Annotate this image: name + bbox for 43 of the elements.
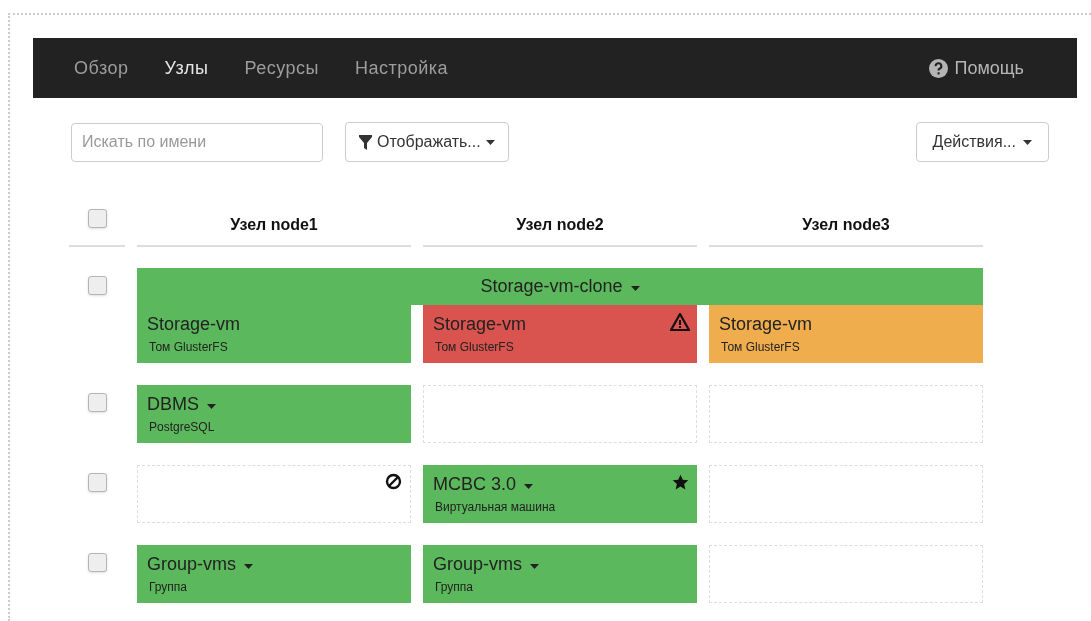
resource-type: Виртуальная машина	[435, 499, 557, 515]
help-icon	[929, 58, 949, 78]
resource-card[interactable]: Group-vms Группа	[137, 545, 411, 603]
nav-link[interactable]: Ресурсы	[244, 54, 319, 82]
caret-icon	[1023, 139, 1032, 145]
resource-type: Том GlusterFS	[149, 339, 229, 355]
column-header: Узел node3	[709, 205, 983, 247]
resource-type: PostgreSQL	[149, 419, 216, 435]
resource-name: Group-vms	[147, 553, 236, 576]
resource-card[interactable]: DBMS PostgreSQL	[137, 385, 411, 443]
nav-link[interactable]: Узлы	[164, 54, 209, 82]
checkbox[interactable]	[87, 393, 107, 412]
resource-name: Group-vms	[433, 553, 522, 576]
column-header: Узел node2	[423, 205, 697, 247]
resource-name: MCBC 3.0	[433, 473, 517, 496]
resource-name: DBMS	[147, 393, 199, 416]
resource-card[interactable]: Storage-vm Том GlusterFS	[709, 305, 983, 363]
nav-link[interactable]: Обзор	[74, 54, 129, 82]
checkbox[interactable]	[87, 209, 107, 228]
group-name: Storage-vm-clone	[480, 275, 623, 298]
resource-type: Том GlusterFS	[721, 339, 801, 355]
resource-type: Группа	[149, 579, 189, 595]
caret-icon	[485, 139, 495, 145]
search-field[interactable]: Искать по имени	[71, 122, 323, 162]
resource-card[interactable]: Group-vms Группа	[423, 545, 697, 603]
resource-card[interactable]: MCBC 3.0 Виртуальная машина	[423, 465, 697, 523]
resource-card[interactable]: Storage-vm Том GlusterFS	[137, 305, 411, 363]
checkbox[interactable]	[87, 473, 107, 492]
group-bar[interactable]: Storage-vm-clone	[137, 268, 983, 305]
resource-type: Том GlusterFS	[435, 339, 515, 355]
nav-link[interactable]: Настройка	[354, 54, 449, 82]
checkbox[interactable]	[87, 276, 107, 295]
resource-name: Storage-vm	[147, 313, 241, 336]
filter-icon	[359, 134, 372, 150]
help-link[interactable]: Помощь	[929, 54, 1024, 82]
resource-name: Storage-vm	[433, 313, 527, 336]
column-header: Узел node1	[137, 205, 411, 247]
resource-name: Storage-vm	[719, 313, 813, 336]
resource-type: Группа	[435, 579, 475, 595]
actions-button[interactable]: Действия...	[915, 122, 1049, 162]
filter-button[interactable]: Отображать...	[345, 122, 509, 162]
checkbox[interactable]	[87, 553, 107, 572]
resource-card[interactable]: Storage-vm Том GlusterFS	[423, 305, 697, 363]
